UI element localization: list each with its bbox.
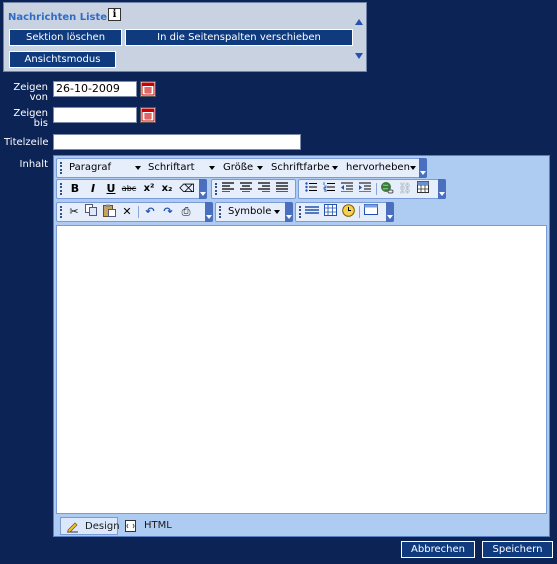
toolbar-grip-icon[interactable] bbox=[219, 206, 223, 218]
font-color-dropdown-label: Schriftfarbe bbox=[271, 162, 330, 173]
toolbar-grip-icon[interactable] bbox=[60, 162, 64, 174]
font-color-dropdown[interactable]: Schriftfarbe bbox=[271, 161, 338, 175]
news-list-panel: Nachrichten Liste i Sektion löschen In d… bbox=[3, 2, 367, 72]
symbols-dropdown[interactable]: Symbole bbox=[228, 205, 280, 219]
align-left-icon[interactable] bbox=[220, 181, 236, 197]
link-icon[interactable] bbox=[379, 181, 395, 197]
paragraph-dropdown[interactable]: Paragraf bbox=[69, 161, 141, 175]
show-to-field[interactable] bbox=[53, 107, 137, 123]
superscript-icon[interactable]: x² bbox=[141, 181, 157, 197]
delete-section-button[interactable]: Sektion löschen bbox=[9, 29, 122, 46]
delete-icon[interactable]: ✕ bbox=[119, 204, 135, 220]
toolbar-row-style: B I U abc x² x₂ ⌫ bbox=[56, 179, 207, 199]
size-dropdown[interactable]: Größe bbox=[223, 161, 263, 175]
chevron-down-icon bbox=[410, 166, 416, 170]
clock-icon[interactable] bbox=[340, 204, 356, 220]
show-to-label-line2: bis bbox=[33, 118, 48, 129]
html-mode-tab[interactable]: HTML bbox=[120, 517, 176, 535]
undo-icon[interactable]: ↶ bbox=[142, 204, 158, 220]
design-mode-tab[interactable]: Design bbox=[60, 517, 120, 535]
subscript-icon[interactable]: x₂ bbox=[159, 181, 175, 197]
strikethrough-icon[interactable]: abc bbox=[121, 181, 137, 197]
chevron-down-icon bbox=[332, 166, 338, 170]
toolbar-options-icon[interactable] bbox=[386, 202, 394, 222]
toolbar-options-icon[interactable] bbox=[419, 158, 427, 178]
content-label: Inhalt bbox=[19, 159, 48, 170]
toolbar-grip-icon[interactable] bbox=[215, 183, 219, 195]
toolbar-row-format: Paragraf Schriftart Größe Schriftfarbe h… bbox=[56, 158, 427, 178]
highlight-dropdown-label: hervorheben bbox=[346, 162, 410, 173]
numbered-list-icon[interactable] bbox=[321, 181, 337, 197]
bullet-list-icon[interactable] bbox=[303, 181, 319, 197]
redo-icon[interactable]: ↷ bbox=[160, 204, 176, 220]
toolbar-separator bbox=[376, 183, 377, 195]
show-from-field[interactable]: 26-10-2009 bbox=[53, 81, 137, 97]
paste-icon[interactable] bbox=[101, 204, 117, 220]
chevron-down-icon bbox=[257, 166, 263, 170]
insert-table-icon[interactable] bbox=[322, 204, 338, 220]
editor-mode-bar: Design HTML bbox=[56, 517, 547, 535]
toolbar-grip-icon[interactable] bbox=[299, 206, 303, 218]
scroll-up-icon[interactable] bbox=[355, 19, 363, 25]
table-icon[interactable] bbox=[415, 181, 431, 197]
toolbar-row-align bbox=[211, 179, 296, 199]
font-dropdown-label: Schriftart bbox=[148, 162, 195, 173]
font-dropdown[interactable]: Schriftart bbox=[148, 161, 215, 175]
toolbar-row-lists: ⛓ bbox=[298, 179, 446, 199]
underline-icon[interactable]: U bbox=[103, 181, 119, 197]
toolbar-separator bbox=[138, 206, 139, 218]
size-dropdown-label: Größe bbox=[223, 162, 254, 173]
cut-icon[interactable]: ✂ bbox=[66, 204, 82, 220]
toolbar-options-icon[interactable] bbox=[199, 179, 207, 199]
align-right-icon[interactable] bbox=[256, 181, 272, 197]
symbols-dropdown-label: Symbole bbox=[228, 206, 272, 217]
panel-title: Nachrichten Liste bbox=[8, 12, 108, 23]
view-mode-button[interactable]: Ansichtsmodus bbox=[9, 51, 116, 68]
show-from-label: Zeigen von bbox=[8, 83, 48, 103]
move-to-sidebar-button[interactable]: In die Seitenspalten verschieben bbox=[125, 29, 353, 46]
html-mode-label: HTML bbox=[144, 520, 172, 531]
highlight-dropdown[interactable]: hervorheben bbox=[346, 161, 416, 175]
chevron-down-icon bbox=[135, 166, 141, 170]
design-icon bbox=[66, 521, 78, 533]
show-from-label-line2: von bbox=[29, 92, 48, 103]
calendar-to-icon[interactable] bbox=[140, 107, 156, 123]
calendar-from-icon[interactable] bbox=[140, 81, 156, 97]
toolbar-options-icon[interactable] bbox=[205, 202, 213, 222]
toolbar-row-symbols: Symbole bbox=[215, 202, 293, 222]
paragraph-dropdown-label: Paragraf bbox=[69, 162, 112, 173]
align-justify-icon[interactable] bbox=[274, 181, 290, 197]
toolbar-grip-icon[interactable] bbox=[60, 206, 64, 218]
toolbar-grip-icon[interactable] bbox=[60, 183, 64, 195]
toolbar-row-edit: ✂ ✕ ↶ ↷ ⎙ bbox=[56, 202, 213, 222]
rich-text-editor: Paragraf Schriftart Größe Schriftfarbe h… bbox=[53, 155, 550, 537]
horizontal-rule-icon[interactable] bbox=[304, 204, 320, 220]
scroll-down-icon[interactable] bbox=[355, 53, 363, 59]
design-mode-label: Design bbox=[85, 521, 120, 532]
info-icon[interactable]: i bbox=[108, 8, 121, 21]
title-line-label: Titelzeile bbox=[4, 137, 49, 148]
toolbar-options-icon[interactable] bbox=[438, 179, 446, 199]
print-icon[interactable]: ⎙ bbox=[178, 204, 194, 220]
editor-content-area[interactable] bbox=[56, 225, 547, 514]
eraser-icon[interactable]: ⌫ bbox=[179, 181, 195, 197]
chevron-down-icon bbox=[209, 166, 215, 170]
cancel-button[interactable]: Abbrechen bbox=[401, 541, 475, 558]
chevron-down-icon bbox=[274, 210, 280, 214]
toolbar-row-insert bbox=[295, 202, 394, 222]
unlink-icon[interactable]: ⛓ bbox=[397, 181, 413, 197]
save-button[interactable]: Speichern bbox=[482, 541, 553, 558]
toolbar-separator bbox=[359, 206, 360, 218]
toolbar-options-icon[interactable] bbox=[285, 202, 293, 222]
html-icon bbox=[125, 520, 137, 532]
align-center-icon[interactable] bbox=[238, 181, 254, 197]
show-to-label: Zeigen bis bbox=[8, 109, 48, 129]
outdent-icon[interactable] bbox=[339, 181, 355, 197]
copy-icon[interactable] bbox=[83, 204, 99, 220]
form-icon[interactable] bbox=[363, 204, 379, 220]
title-line-input[interactable] bbox=[53, 134, 301, 150]
bold-icon[interactable]: B bbox=[67, 181, 83, 197]
indent-icon[interactable] bbox=[357, 181, 373, 197]
italic-icon[interactable]: I bbox=[85, 181, 101, 197]
